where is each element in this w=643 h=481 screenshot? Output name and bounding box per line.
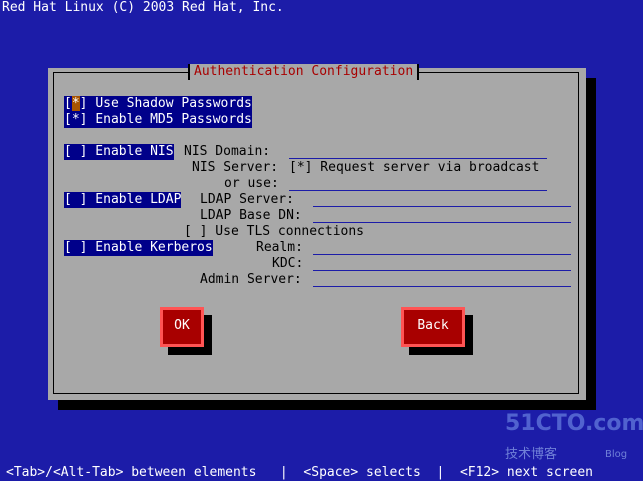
md5-passwords-mark: [*] — [64, 112, 88, 127]
auth-config-dialog: Authentication Configuration [*] Use Sha… — [48, 64, 586, 400]
kerberos-realm-label: Realm: — [256, 240, 303, 255]
status-bar: <Tab>/<Alt-Tab> between elements | <Spac… — [6, 465, 593, 480]
watermark-logo: 51CTO.com — [505, 411, 643, 436]
shadow-passwords-mark: * — [71, 96, 80, 111]
ldap-server-input[interactable] — [313, 206, 571, 207]
header-text: Red Hat Linux (C) 2003 Red Hat, Inc. — [2, 0, 284, 15]
enable-kerberos-checkbox[interactable]: [ ] Enable Kerberos — [64, 240, 213, 256]
kerberos-admin-input[interactable] — [313, 286, 571, 287]
md5-passwords-checkbox[interactable]: [*] Enable MD5 Passwords — [64, 112, 252, 128]
nis-server-input[interactable] — [289, 190, 547, 191]
shadow-passwords-checkbox[interactable]: [*] Use Shadow Passwords — [64, 96, 252, 112]
kerberos-realm-input[interactable] — [313, 254, 571, 255]
dialog-title: Authentication Configuration — [188, 64, 420, 80]
nis-domain-input[interactable] — [289, 158, 547, 159]
nis-domain-label: NIS Domain: — [184, 144, 271, 159]
ldap-server-label: LDAP Server: — [200, 192, 294, 207]
ldap-basedn-input[interactable] — [313, 222, 571, 223]
enable-nis-checkbox[interactable]: [ ] Enable NIS — [64, 144, 174, 160]
nis-server-label: NIS Server: — [192, 160, 279, 175]
ok-button[interactable]: OK — [160, 307, 204, 347]
kerberos-admin-label: Admin Server: — [200, 272, 302, 287]
ldap-tls-checkbox[interactable]: [ ] Use TLS connections — [184, 224, 364, 240]
watermark-blog: Blog — [605, 449, 628, 460]
md5-passwords-label: Enable MD5 Passwords — [95, 112, 252, 127]
kerberos-kdc-input[interactable] — [313, 270, 571, 271]
kerberos-kdc-label: KDC: — [272, 256, 304, 271]
enable-ldap-checkbox[interactable]: [ ] Enable LDAP — [64, 192, 182, 208]
bracket-open: [ — [64, 96, 72, 111]
nis-broadcast-checkbox[interactable]: [*] Request server via broadcast — [289, 160, 539, 176]
shadow-passwords-label: Use Shadow Passwords — [95, 96, 252, 111]
bracket-close: ] — [79, 96, 96, 111]
ldap-basedn-label: LDAP Base DN: — [200, 208, 302, 223]
back-button[interactable]: Back — [401, 307, 465, 347]
watermark-subtitle: 技术博客 — [505, 447, 558, 462]
nis-or-use-label: or use: — [224, 176, 279, 191]
